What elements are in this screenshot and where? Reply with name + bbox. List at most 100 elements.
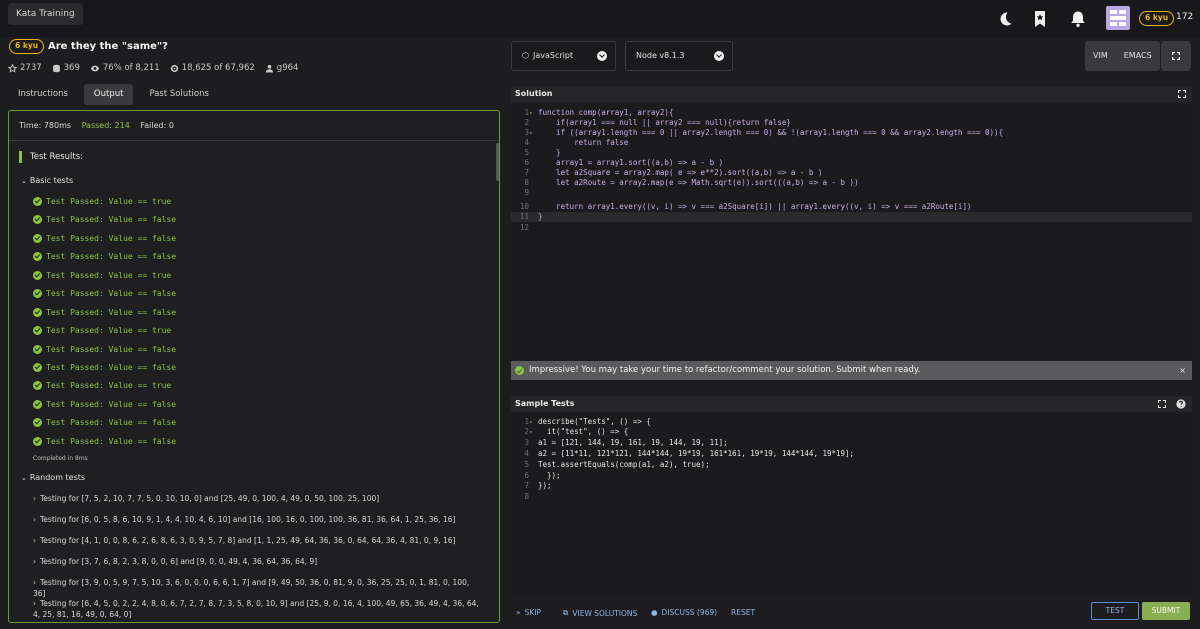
check-circle-icon xyxy=(33,325,42,335)
unlock-icon: ⧉ xyxy=(563,608,569,617)
kata-rank-badge: 6 kyu xyxy=(9,39,45,54)
emacs-mode-button[interactable]: EMACS xyxy=(1116,41,1160,71)
check-circle-icon xyxy=(515,366,524,375)
solution-editor[interactable]: 1▾ function comp(array1, array2){ 2 if(ar… xyxy=(511,104,1192,359)
success-banner: Impressive! You may take your time to re… xyxy=(511,361,1192,380)
test-pass-line: Test Passed: Value == true xyxy=(33,379,171,391)
completed-stat: 18,625 of 67,962 xyxy=(170,63,255,73)
editor-mode-toggle: VIM EMACS xyxy=(1085,41,1160,71)
bookmark-icon[interactable] xyxy=(1030,9,1050,29)
submit-button[interactable]: SUBMIT xyxy=(1142,602,1190,620)
chevron-right-icon: › xyxy=(33,578,36,587)
chevron-right-icon: › xyxy=(33,599,36,608)
user-icon xyxy=(265,64,273,73)
stars-stat[interactable]: 2737 xyxy=(8,63,42,73)
test-pass-line: Test Passed: Value == true xyxy=(33,324,171,336)
kata-title: Are they the "same"? xyxy=(48,41,168,52)
tab-past-solutions[interactable]: Past Solutions xyxy=(139,84,218,105)
close-icon[interactable]: × xyxy=(1179,361,1186,380)
test-pass-line: Test Passed: Value == false xyxy=(33,287,176,299)
test-pass-line: Test Passed: Value == false xyxy=(33,213,176,225)
random-test-item[interactable]: › Testing for [4, 1, 0, 0, 8, 6, 2, 6, 8,… xyxy=(33,535,483,546)
tab-instructions[interactable]: Instructions xyxy=(8,84,78,105)
basic-tests-group[interactable]: ⌄ Basic tests xyxy=(21,176,73,185)
kata-stats: 2737 369 76% of 8,211 18,625 of 67,962 g… xyxy=(8,63,298,73)
expand-icon[interactable] xyxy=(1178,90,1186,98)
code-line: 6 array1 = array1.sort((a,b) => a - b ) xyxy=(524,158,724,167)
test-pass-line: Test Passed: Value == false xyxy=(33,435,176,447)
sample-tests-editor[interactable]: 1▾ describe("Tests", () => { 2▾ it("test"… xyxy=(511,414,1192,594)
fullscreen-button[interactable] xyxy=(1161,41,1191,71)
chevron-down-icon: ⌄ xyxy=(21,474,27,482)
random-test-item[interactable]: › Testing for [3, 7, 6, 8, 2, 3, 8, 0, 0,… xyxy=(33,556,483,567)
app-title[interactable]: Kata Training xyxy=(8,3,83,25)
test-pass-line: Test Passed: Value == false xyxy=(33,361,176,373)
output-panel: Time: 780ms Passed: 214 Failed: 0 Test R… xyxy=(8,110,500,623)
check-circle-icon xyxy=(33,270,42,280)
random-test-item[interactable]: › Testing for [7, 5, 2, 10, 7, 7, 5, 0, 1… xyxy=(33,493,483,504)
check-circle-icon xyxy=(33,344,42,354)
code-line: 7}); xyxy=(524,481,552,490)
top-bar: Kata Training 6 kyu 172 xyxy=(0,0,1200,37)
code-line: 12 xyxy=(519,223,529,232)
skip-button[interactable]: » SKIP xyxy=(516,608,541,617)
random-test-item[interactable]: › Testing for [6, 0, 5, 8, 6, 10, 9, 1, 4… xyxy=(33,514,483,525)
check-circle-icon xyxy=(33,436,42,446)
runtime-select[interactable]: Node v8.1.3 xyxy=(625,41,733,71)
random-test-item[interactable]: › Testing for [6, 4, 5, 0, 2, 2, 4, 8, 0,… xyxy=(33,598,483,620)
code-line: 5 Test.assertEquals(comp(a1, a2), true); xyxy=(524,460,710,469)
test-pass-line: Test Passed: Value == false xyxy=(33,306,176,318)
check-circle-icon xyxy=(33,380,42,390)
expand-icon[interactable] xyxy=(1158,400,1166,408)
check-circle-icon xyxy=(33,417,42,427)
database-icon xyxy=(52,64,60,72)
code-line: 1▾ describe("Tests", () => { xyxy=(524,417,651,426)
fullscreen-icon xyxy=(1172,52,1180,60)
language-select[interactable]: ⬡ JavaScript xyxy=(511,41,616,71)
solution-header: Solution xyxy=(511,86,1192,102)
star-icon xyxy=(8,63,17,73)
test-pass-line: Test Passed: Value == true xyxy=(33,195,171,207)
check-circle-icon xyxy=(33,214,42,224)
moon-icon[interactable] xyxy=(995,9,1015,29)
code-line: 6 }); xyxy=(524,471,561,480)
check-circle-icon xyxy=(33,233,42,243)
tab-output[interactable]: Output xyxy=(83,84,134,105)
test-button[interactable]: TEST xyxy=(1091,602,1139,620)
left-tabs: Instructions Output Past Solutions xyxy=(8,84,219,105)
time-label: Time: 780ms xyxy=(19,121,72,130)
test-pass-line: Test Passed: Value == false xyxy=(33,232,176,244)
fast-forward-icon: » xyxy=(516,608,521,617)
check-circle-icon xyxy=(33,399,42,409)
vim-mode-button[interactable]: VIM xyxy=(1085,41,1116,71)
bell-icon[interactable] xyxy=(1068,9,1088,29)
output-scrollbar[interactable] xyxy=(496,143,499,181)
random-test-item[interactable]: › Testing for [3, 9, 0, 5, 9, 7, 5, 10, 3… xyxy=(33,577,483,599)
code-line: 7 let a2Square = array2.map( e => e**2).… xyxy=(524,168,823,177)
completed-time: Completed in 8ms xyxy=(33,455,88,462)
test-pass-line: Test Passed: Value == false xyxy=(33,398,176,410)
random-tests-group[interactable]: ⌄ Random tests xyxy=(21,473,85,482)
code-line: 9 xyxy=(524,188,529,197)
chevron-down-icon: ⌄ xyxy=(21,177,27,185)
code-line: 10 return array1.every((v, i) => v === a… xyxy=(519,202,972,211)
help-icon[interactable] xyxy=(1176,399,1186,409)
chevron-down-icon xyxy=(597,51,607,61)
discuss-button[interactable]: ● DISCUSS (969) xyxy=(651,608,717,617)
code-line: 2 if(array1 === null || array2 === null)… xyxy=(524,118,791,127)
chevron-right-icon: › xyxy=(33,515,36,524)
check-circle-icon xyxy=(33,288,42,298)
test-pass-line: Test Passed: Value == false xyxy=(33,250,176,262)
collections-stat: 369 xyxy=(52,63,80,73)
avatar[interactable] xyxy=(1106,6,1130,30)
satisfaction-stat: 76% of 8,211 xyxy=(90,63,160,73)
code-line: 8 let a2Route = array2.map(e => Math.sqr… xyxy=(524,178,859,187)
test-pass-line: Test Passed: Value == false xyxy=(33,343,176,355)
test-results-label: Test Results: xyxy=(19,151,83,163)
reset-button[interactable]: RESET xyxy=(731,608,755,617)
view-solutions-button[interactable]: ⧉ VIEW SOLUTIONS xyxy=(563,608,637,618)
author-stat[interactable]: g964 xyxy=(265,63,298,73)
check-circle-icon xyxy=(33,307,42,317)
code-line: 1▾ function comp(array1, array2){ xyxy=(524,108,674,117)
chevron-right-icon: › xyxy=(33,557,36,566)
